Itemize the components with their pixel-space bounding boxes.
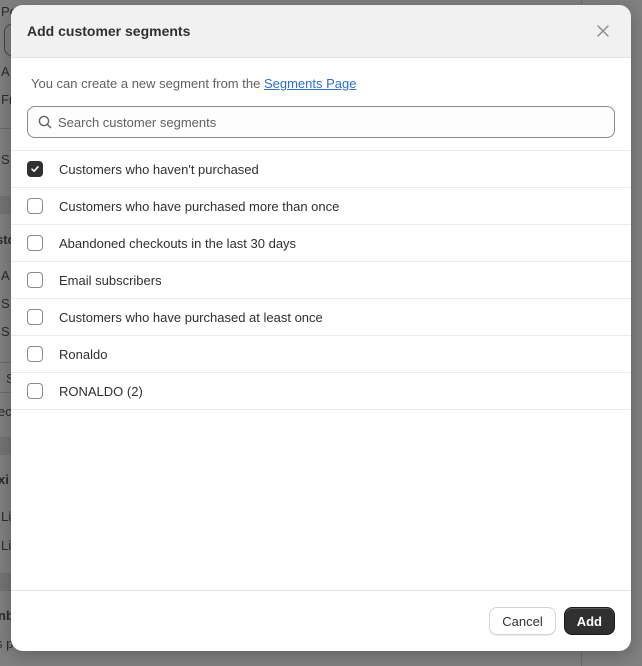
bg-fragment: Li xyxy=(1,538,12,553)
intro-text-label: You can create a new segment from the xyxy=(31,76,264,91)
bg-fragment: xi xyxy=(0,472,9,487)
search-field[interactable] xyxy=(27,106,615,138)
cancel-button[interactable]: Cancel xyxy=(489,607,556,635)
segment-checkbox[interactable] xyxy=(27,346,43,362)
bg-fragment: S xyxy=(1,296,10,311)
segment-item[interactable]: Ronaldo xyxy=(11,336,631,373)
modal-title: Add customer segments xyxy=(27,23,191,39)
segment-checkbox[interactable] xyxy=(27,309,43,325)
segment-list: Customers who haven't purchased Customer… xyxy=(11,150,631,410)
segment-item[interactable]: RONALDO (2) xyxy=(11,373,631,410)
segment-checkbox[interactable] xyxy=(27,383,43,399)
bg-fragment: ec xyxy=(0,404,12,419)
segment-item[interactable]: Abandoned checkouts in the last 30 days xyxy=(11,225,631,262)
segment-label: Customers who haven't purchased xyxy=(59,161,259,177)
segments-page-link[interactable]: Segments Page xyxy=(264,76,357,91)
segment-label: Ronaldo xyxy=(59,346,108,362)
segment-item[interactable]: Email subscribers xyxy=(11,262,631,299)
close-button[interactable] xyxy=(591,19,615,43)
search-wrapper xyxy=(11,98,631,150)
segment-item[interactable]: Customers who have purchased more than o… xyxy=(11,188,631,225)
segment-label: Customers who have purchased more than o… xyxy=(59,198,340,214)
add-button[interactable]: Add xyxy=(563,607,615,635)
segment-item[interactable]: Customers who have purchased at least on… xyxy=(11,299,631,336)
search-input[interactable] xyxy=(58,114,604,130)
add-customer-segments-modal: Add customer segments You can create a n… xyxy=(11,5,631,651)
bg-fragment: A xyxy=(1,268,10,283)
bg-fragment: Li xyxy=(1,509,12,524)
segment-label: RONALDO (2) xyxy=(59,383,143,399)
bg-fragment: S xyxy=(1,324,10,339)
segment-label: Email subscribers xyxy=(59,272,162,288)
modal-footer: Cancel Add xyxy=(11,590,631,651)
bg-fragment: S xyxy=(1,152,10,167)
segment-label: Abandoned checkouts in the last 30 days xyxy=(59,235,297,251)
segment-checkbox[interactable] xyxy=(27,272,43,288)
segment-label: Customers who have purchased at least on… xyxy=(59,309,323,325)
bg-fragment: A xyxy=(1,64,10,79)
modal-header: Add customer segments xyxy=(11,5,631,58)
segment-checkbox[interactable] xyxy=(27,235,43,251)
segment-checkbox[interactable] xyxy=(27,161,43,177)
search-icon xyxy=(38,115,52,129)
checkmark-icon xyxy=(31,166,39,172)
segment-checkbox[interactable] xyxy=(27,198,43,214)
intro-text: You can create a new segment from the Se… xyxy=(11,58,631,98)
modal-body: You can create a new segment from the Se… xyxy=(11,58,631,590)
close-icon xyxy=(597,25,609,37)
segment-item[interactable]: Customers who haven't purchased xyxy=(11,151,631,188)
